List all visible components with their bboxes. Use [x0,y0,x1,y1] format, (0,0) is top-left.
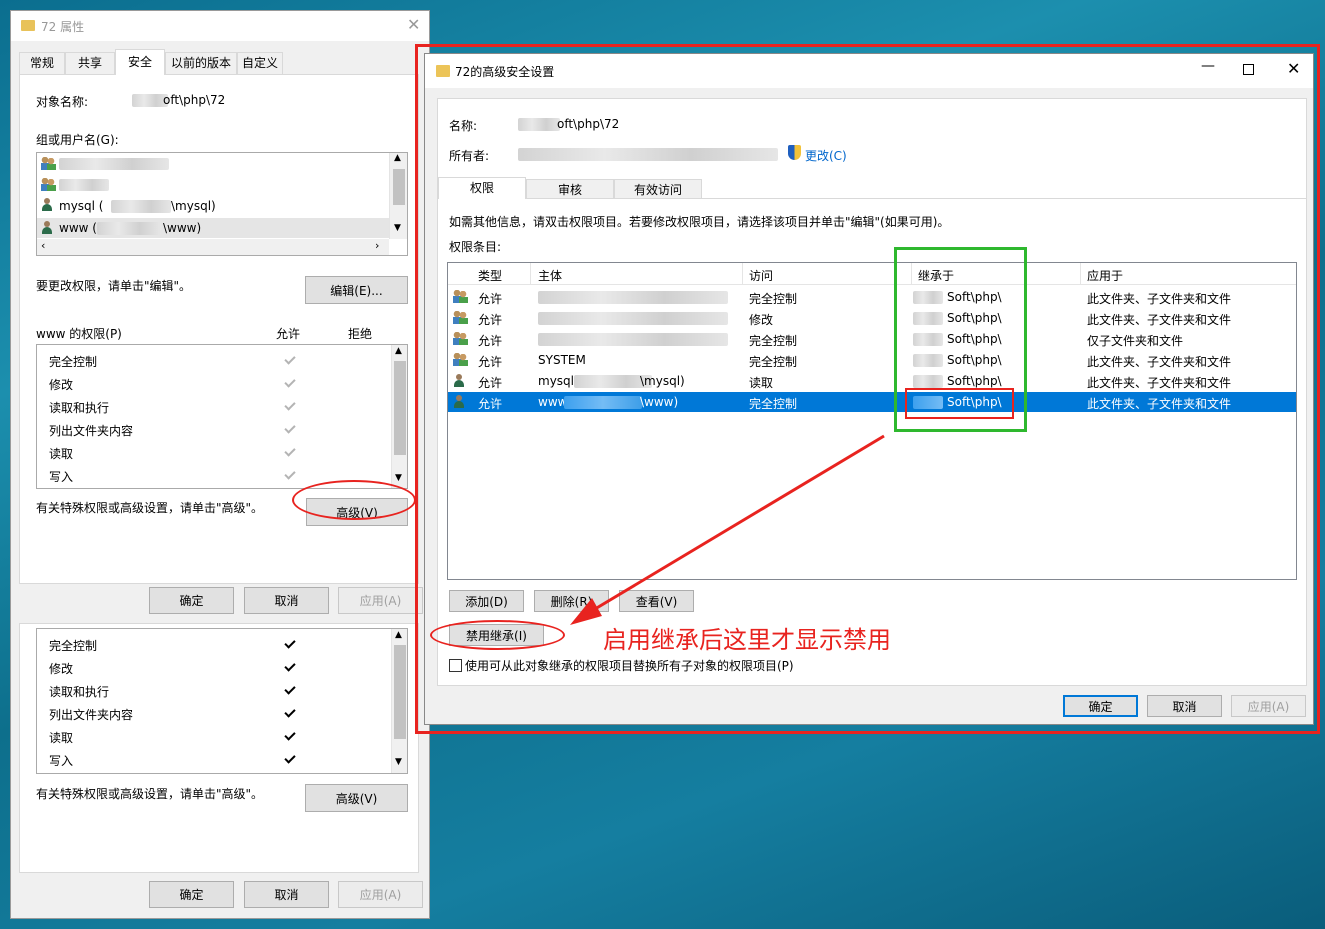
annotation-text: 启用继承后这里才显示禁用 [603,626,891,654]
arrow [570,434,885,625]
tab-permissions[interactable]: 权限 [438,177,526,199]
tab-security[interactable]: 安全 [115,49,165,75]
